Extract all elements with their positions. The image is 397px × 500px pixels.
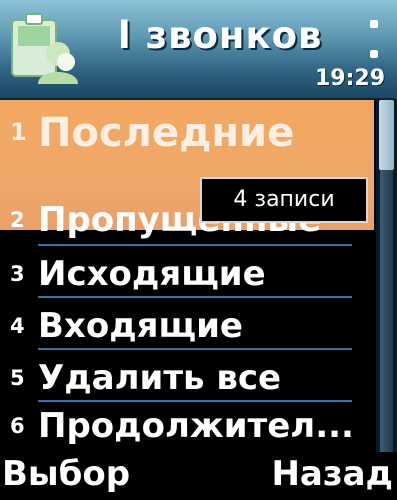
item-divider <box>38 348 352 350</box>
call-log-menu: 1 Последние 2 Пропущенные 3 Исходящие 4 … <box>0 100 374 452</box>
menu-item-number: 6 <box>10 414 25 438</box>
menu-item-label: Входящие <box>38 306 243 346</box>
menu-item-label: Удалить все <box>38 358 282 398</box>
menu-item-label: Исходящие <box>38 254 266 294</box>
more-options-icon <box>370 20 380 64</box>
menu-item-number: 4 <box>10 314 25 338</box>
select-softkey[interactable]: Выбор <box>2 454 130 494</box>
menu-item-label: Последние <box>38 110 295 156</box>
screen-title: l звонков <box>118 14 323 57</box>
menu-item-outgoing[interactable]: 3 Исходящие <box>0 252 374 302</box>
clock: 19:29 <box>314 66 385 91</box>
phone-call-log-icon <box>11 13 78 84</box>
scroll-thumb[interactable] <box>379 100 394 170</box>
item-divider <box>38 296 352 298</box>
menu-item-duration[interactable]: 6 Продолжител... <box>0 404 374 454</box>
record-count-tooltip: 4 записи <box>200 177 368 223</box>
menu-item-incoming[interactable]: 4 Входящие <box>0 304 374 354</box>
menu-item-number: 1 <box>10 118 27 146</box>
back-softkey[interactable]: Назад <box>271 454 393 494</box>
menu-item-label: Продолжител... <box>38 406 354 446</box>
phone-screen: l звонков 19:29 1 Последние 2 Пропущенны… <box>0 0 397 500</box>
menu-item-delete-all[interactable]: 5 Удалить все <box>0 356 374 406</box>
header-bar: l звонков 19:29 <box>0 0 397 100</box>
item-divider <box>38 400 352 402</box>
softkey-bar: Выбор Назад <box>0 452 397 500</box>
menu-item-number: 2 <box>10 208 25 232</box>
menu-item-number: 5 <box>10 366 25 390</box>
menu-item-number: 3 <box>10 262 25 286</box>
scrollbar[interactable] <box>376 100 397 452</box>
item-divider <box>38 244 352 246</box>
